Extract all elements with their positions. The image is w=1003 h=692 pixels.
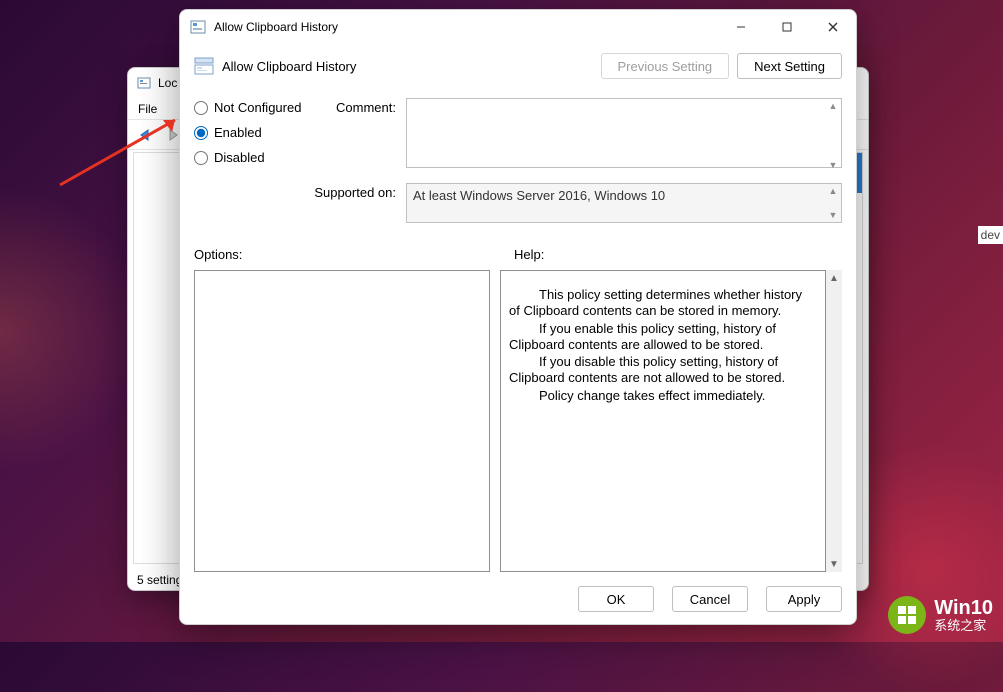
radio-enabled-input[interactable] — [194, 126, 208, 140]
comment-label: Comment: — [314, 98, 406, 173]
maximize-button[interactable] — [764, 10, 810, 44]
radio-disabled-label: Disabled — [214, 150, 265, 165]
options-label: Options: — [194, 247, 474, 262]
help-label: Help: — [514, 247, 544, 262]
minimize-button[interactable] — [718, 10, 764, 44]
help-p3: If you disable this policy setting, hist… — [509, 354, 815, 387]
close-button[interactable] — [810, 10, 856, 44]
watermark-title: Win10 — [934, 597, 993, 619]
help-panel: This policy setting determines whether h… — [500, 270, 826, 572]
watermark: Win10 系统之家 — [888, 596, 993, 634]
scroll-up-icon[interactable]: ▲ — [826, 185, 840, 197]
scroll-up-icon[interactable]: ▲ — [826, 100, 840, 112]
statusbar-text: 5 setting — [133, 573, 182, 587]
help-p4: Policy change takes effect immediately. — [509, 388, 815, 404]
policy-item-icon — [194, 57, 214, 75]
radio-not-configured-label: Not Configured — [214, 100, 301, 115]
scroll-down-icon[interactable]: ▼ — [826, 159, 840, 171]
previous-setting-button: Previous Setting — [601, 53, 730, 79]
comment-input[interactable] — [406, 98, 842, 168]
scroll-down-icon[interactable]: ▼ — [826, 556, 842, 572]
policy-setting-dialog: Allow Clipboard History Allow Clipboard … — [179, 9, 857, 625]
back-button[interactable] — [134, 124, 158, 146]
scroll-up-icon[interactable]: ▲ — [826, 270, 842, 286]
scroll-down-icon[interactable]: ▼ — [826, 209, 840, 221]
dialog-titlebar: Allow Clipboard History — [180, 10, 856, 44]
help-p1: This policy setting determines whether h… — [509, 287, 815, 320]
state-radio-group: Not Configured Enabled Disabled — [194, 98, 314, 233]
apply-button[interactable]: Apply — [766, 586, 842, 612]
fragment-dev: dev — [978, 226, 1003, 244]
radio-disabled[interactable]: Disabled — [194, 150, 314, 165]
cancel-button[interactable]: Cancel — [672, 586, 748, 612]
supported-on-value: At least Windows Server 2016, Windows 10 — [406, 183, 842, 223]
radio-disabled-input[interactable] — [194, 151, 208, 165]
dialog-title: Allow Clipboard History — [214, 20, 718, 34]
radio-enabled-label: Enabled — [214, 125, 262, 140]
radio-not-configured-input[interactable] — [194, 101, 208, 115]
ok-button[interactable]: OK — [578, 586, 654, 612]
comment-scrollbar[interactable]: ▲ ▼ — [826, 100, 840, 171]
parent-title-text: Loc — [158, 76, 177, 90]
supported-on-label: Supported on: — [314, 183, 406, 223]
menu-file[interactable]: File — [138, 102, 157, 116]
help-p2: If you enable this policy setting, histo… — [509, 321, 815, 354]
watermark-subtitle: 系统之家 — [934, 619, 993, 633]
policy-name: Allow Clipboard History — [222, 59, 593, 74]
options-panel — [194, 270, 490, 572]
next-setting-button[interactable]: Next Setting — [737, 53, 842, 79]
dialog-icon — [190, 19, 206, 35]
radio-enabled[interactable]: Enabled — [194, 125, 314, 140]
help-scrollbar[interactable]: ▲ ▼ — [826, 270, 842, 572]
radio-not-configured[interactable]: Not Configured — [194, 100, 314, 115]
watermark-logo — [888, 596, 926, 634]
gpedit-icon — [136, 75, 152, 91]
supported-scrollbar[interactable]: ▲ ▼ — [826, 185, 840, 221]
